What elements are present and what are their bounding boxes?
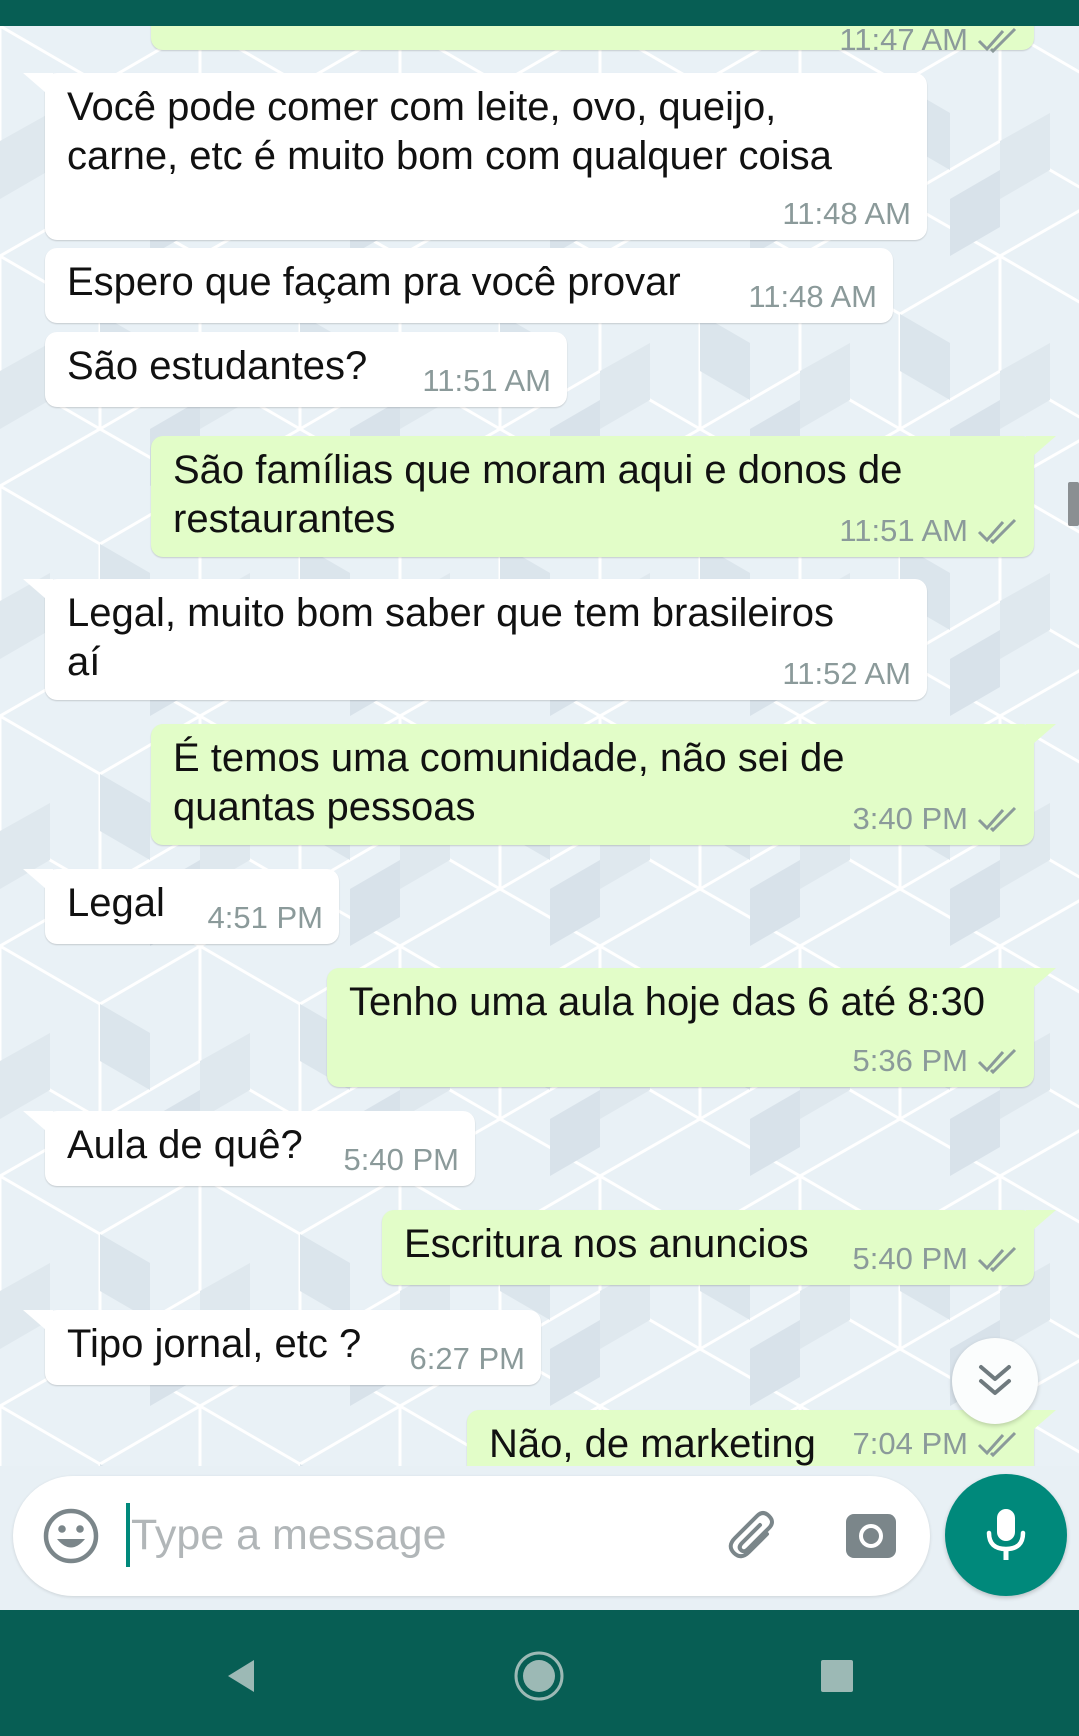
- chat-area[interactable]: 11:47 AM Você pode comer com leite, ovo,…: [0, 26, 1079, 1466]
- message-text: São estudantes?: [67, 344, 368, 388]
- message-text: Legal, muito bom saber que tem brasileir…: [67, 591, 835, 684]
- home-circle-icon: [514, 1651, 564, 1701]
- nav-back-button[interactable]: [212, 1646, 272, 1706]
- message-composer: [13, 1476, 930, 1596]
- microphone-button[interactable]: [945, 1474, 1067, 1596]
- message-meta: 11:48 AM: [782, 196, 911, 232]
- bubble-tail: [1026, 436, 1056, 462]
- message-outgoing[interactable]: Não, de marketing 7:04 PM: [467, 1410, 1056, 1466]
- text-caret: [126, 1503, 130, 1567]
- read-ticks-icon: [977, 1246, 1017, 1273]
- message-text: Não, de marketing: [489, 1422, 816, 1466]
- scroll-to-bottom-button[interactable]: [952, 1338, 1038, 1424]
- read-ticks-icon: [977, 27, 1017, 54]
- message-outgoing[interactable]: 11:47 AM: [151, 26, 1034, 57]
- message-incoming[interactable]: Legal, muito bom saber que tem brasileir…: [23, 579, 927, 700]
- message-incoming[interactable]: São estudantes? 11:51 AM: [45, 332, 567, 407]
- message-outgoing[interactable]: Tenho uma aula hoje das 6 até 8:30 5:36 …: [327, 968, 1056, 1087]
- read-ticks-icon: [977, 518, 1017, 545]
- message-text: Tipo jornal, etc ?: [67, 1322, 362, 1366]
- microphone-icon: [986, 1509, 1026, 1560]
- bubble-tail: [23, 579, 53, 605]
- message-meta: 4:51 PM: [208, 900, 323, 936]
- bubble-tail: [1026, 724, 1056, 750]
- bubble-tail: [1026, 1410, 1056, 1436]
- message-time: 11:48 AM: [782, 196, 911, 231]
- message-text: Espero que façam pra você provar: [67, 260, 681, 304]
- message-meta: 5:40 PM: [853, 1241, 1018, 1277]
- message-incoming[interactable]: Tipo jornal, etc ? 6:27 PM: [23, 1310, 541, 1385]
- message-meta: 7:04 PM: [853, 1426, 1018, 1462]
- bubble-tail: [23, 1310, 53, 1336]
- message-time: 5:36 PM: [852, 1043, 968, 1078]
- message-meta: 5:40 PM: [344, 1142, 459, 1178]
- bubble-tail: [1026, 968, 1056, 994]
- message-time: 6:27 PM: [409, 1341, 525, 1376]
- message-time: 7:04 PM: [852, 1426, 968, 1461]
- message-time: 5:40 PM: [343, 1142, 459, 1177]
- message-time: 3:40 PM: [852, 801, 968, 836]
- double-chevron-down-icon: [979, 1365, 1011, 1395]
- message-meta: 5:36 PM: [853, 1043, 1018, 1079]
- system-navigation-bar: [0, 1610, 1079, 1736]
- scrollbar-thumb[interactable]: [1068, 482, 1079, 526]
- back-triangle-icon: [228, 1660, 254, 1692]
- message-time: 11:47 AM: [839, 26, 968, 57]
- message-meta: 6:27 PM: [410, 1341, 525, 1377]
- message-meta: 11:47 AM: [839, 26, 1018, 58]
- message-input[interactable]: [131, 1498, 701, 1572]
- nav-recents-button[interactable]: [807, 1646, 867, 1706]
- message-outgoing[interactable]: É temos uma comunidade, não sei de quant…: [151, 724, 1056, 845]
- message-time: 4:51 PM: [207, 900, 323, 935]
- message-meta: 11:48 AM: [748, 279, 877, 315]
- message-time: 11:51 AM: [839, 513, 968, 548]
- message-time: 5:40 PM: [852, 1241, 968, 1276]
- message-meta: 11:51 AM: [422, 363, 551, 399]
- paperclip-icon[interactable]: [723, 1506, 785, 1568]
- bubble-tail: [23, 73, 53, 99]
- message-text: Aula de quê?: [67, 1123, 303, 1167]
- nav-home-button[interactable]: [509, 1646, 569, 1706]
- message-time: 11:51 AM: [422, 363, 551, 398]
- message-meta: 11:51 AM: [839, 513, 1018, 549]
- smiley-icon[interactable]: [41, 1506, 101, 1566]
- message-meta: 3:40 PM: [853, 801, 1018, 837]
- message-text: Tenho uma aula hoje das 6 até 8:30: [349, 980, 986, 1024]
- message-text: São famílias que moram aqui e donos de r…: [173, 448, 903, 541]
- message-text: Escritura nos anuncios: [404, 1222, 809, 1266]
- message-time: 11:52 AM: [782, 656, 911, 691]
- bubble-tail: [23, 869, 53, 895]
- message-time: 11:48 AM: [748, 279, 877, 314]
- message-incoming[interactable]: Você pode comer com leite, ovo, queijo, …: [23, 73, 927, 240]
- status-bar: [0, 0, 1079, 26]
- message-incoming[interactable]: Aula de quê? 5:40 PM: [23, 1111, 475, 1186]
- read-ticks-icon: [977, 1431, 1017, 1458]
- camera-icon[interactable]: [843, 1508, 899, 1564]
- message-outgoing[interactable]: Escritura nos anuncios 5:40 PM: [382, 1210, 1056, 1285]
- message-meta: 11:52 AM: [782, 656, 911, 692]
- read-ticks-icon: [977, 806, 1017, 833]
- message-text: Legal: [67, 881, 165, 925]
- recents-square-icon: [821, 1660, 853, 1692]
- message-incoming[interactable]: Legal 4:51 PM: [23, 869, 339, 944]
- bubble-tail: [1026, 1210, 1056, 1236]
- message-text: Você pode comer com leite, ovo, queijo, …: [67, 85, 832, 178]
- bubble-tail: [23, 1111, 53, 1137]
- message-outgoing[interactable]: São famílias que moram aqui e donos de r…: [151, 436, 1056, 557]
- message-incoming[interactable]: Espero que façam pra você provar 11:48 A…: [45, 248, 893, 323]
- message-text: É temos uma comunidade, não sei de quant…: [173, 736, 845, 829]
- read-ticks-icon: [977, 1048, 1017, 1075]
